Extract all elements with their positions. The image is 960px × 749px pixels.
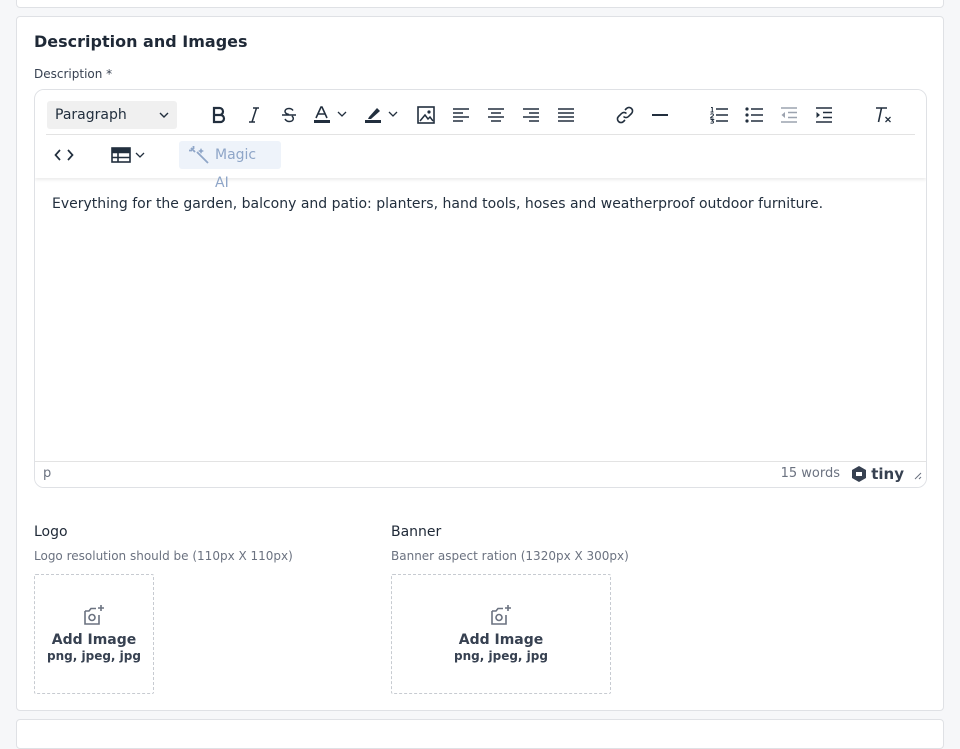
align-center-button[interactable] — [481, 101, 511, 129]
magic-ai-label: Magic AI — [215, 147, 257, 191]
chevron-down-icon — [158, 109, 170, 125]
numbered-list-icon — [709, 106, 729, 124]
word-count[interactable]: 15 words — [781, 466, 840, 481]
bullet-list-button[interactable] — [739, 101, 769, 129]
block-format-value: Paragraph — [55, 107, 127, 123]
insert-link-button[interactable] — [610, 101, 640, 129]
element-path[interactable]: p — [43, 466, 51, 481]
bold-button[interactable] — [204, 101, 234, 129]
section-title: Description and Images — [34, 32, 248, 51]
outdent-icon — [780, 107, 798, 123]
code-icon — [54, 148, 74, 162]
horizontal-rule-button[interactable] — [645, 101, 675, 129]
banner-formats: png, jpeg, jpg — [454, 649, 548, 663]
align-justify-icon — [557, 107, 575, 123]
outdent-button[interactable] — [774, 101, 804, 129]
italic-button[interactable] — [239, 101, 269, 129]
toolbar-row-1: Paragraph — [46, 95, 915, 135]
block-format-select[interactable]: Paragraph — [47, 101, 177, 129]
clear-formatting-button[interactable] — [868, 101, 898, 129]
indent-button[interactable] — [809, 101, 839, 129]
tiny-brand-label: tiny — [871, 465, 904, 483]
resize-handle-icon[interactable] — [912, 469, 922, 484]
banner-add-image-label: Add Image — [458, 632, 544, 648]
bullet-list-icon — [744, 106, 764, 124]
rich-text-editor: Paragraph Magic AI Everything for the ga… — [34, 89, 927, 488]
description-images-card: Description and Images Description * Par… — [16, 16, 944, 711]
align-left-icon — [452, 107, 470, 123]
description-label: Description * — [34, 67, 113, 81]
indent-icon — [815, 107, 833, 123]
logo-dropzone[interactable]: Add Image png, jpeg, jpg — [34, 574, 154, 694]
source-code-button[interactable] — [49, 141, 79, 169]
text-color-button[interactable] — [310, 101, 354, 129]
previous-card — [16, 0, 944, 8]
add-photo-icon — [489, 604, 513, 630]
align-center-icon — [487, 107, 505, 123]
text-color-icon — [312, 105, 352, 125]
strikethrough-icon — [280, 106, 298, 124]
highlighter-icon — [363, 105, 403, 125]
numbered-list-button[interactable] — [704, 101, 734, 129]
next-card — [16, 719, 944, 749]
bold-icon — [211, 106, 227, 124]
image-icon — [416, 105, 436, 125]
insert-image-button[interactable] — [411, 101, 441, 129]
editor-content[interactable]: Everything for the garden, balcony and p… — [52, 195, 916, 213]
logo-formats: png, jpeg, jpg — [47, 649, 141, 663]
logo-hint: Logo resolution should be (110px X 110px… — [34, 549, 293, 563]
highlight-color-button[interactable] — [361, 101, 405, 129]
editor-toolbar: Paragraph Magic AI — [35, 90, 926, 191]
logo-label: Logo — [34, 524, 68, 540]
magic-ai-button[interactable]: Magic AI — [179, 141, 281, 191]
link-icon — [615, 105, 635, 125]
logo-add-image-label: Add Image — [51, 632, 137, 648]
table-icon — [110, 146, 150, 164]
insert-table-button[interactable] — [108, 141, 152, 169]
align-left-button[interactable] — [446, 101, 476, 129]
tiny-logo-icon — [852, 466, 867, 482]
toolbar-row-2: Magic AI — [46, 135, 915, 191]
align-right-button[interactable] — [516, 101, 546, 129]
horizontal-line-icon — [651, 113, 669, 117]
strikethrough-button[interactable] — [274, 101, 304, 129]
banner-dropzone[interactable]: Add Image png, jpeg, jpg — [391, 574, 611, 694]
editor-statusbar: p 15 words tiny — [35, 461, 926, 487]
tiny-logo[interactable]: tiny — [850, 465, 904, 483]
italic-icon — [247, 106, 261, 124]
align-right-icon — [522, 107, 540, 123]
clear-formatting-icon — [873, 105, 893, 125]
magic-wand-icon — [188, 145, 210, 175]
banner-label: Banner — [391, 524, 442, 540]
add-photo-icon — [82, 604, 106, 630]
align-justify-button[interactable] — [551, 101, 581, 129]
banner-hint: Banner aspect ration (1320px X 300px) — [391, 549, 629, 563]
